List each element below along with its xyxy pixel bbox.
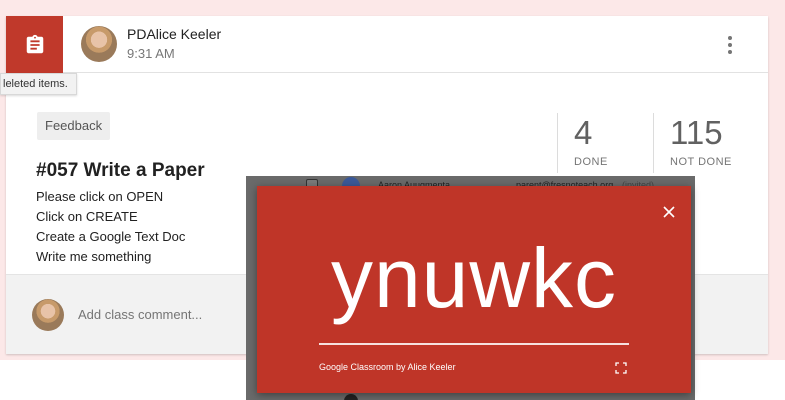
commenter-avatar — [32, 299, 64, 331]
dialog-caption: Google Classroom by Alice Keeler — [319, 362, 456, 372]
card-header: PDAlice Keeler 9:31 AM — [6, 16, 768, 73]
instruction-line: Write me something — [36, 249, 152, 264]
author-avatar[interactable] — [81, 26, 117, 62]
class-code: ynuwkc — [330, 231, 618, 325]
tooltip: leleted items. — [0, 73, 77, 95]
student-avatar — [344, 394, 358, 400]
topic-chip[interactable]: Feedback — [37, 112, 111, 140]
class-comment-input[interactable]: Add class comment... — [78, 307, 202, 322]
author-name[interactable]: PDAlice Keeler — [127, 26, 221, 42]
close-icon[interactable] — [661, 204, 677, 220]
more-vert-icon[interactable] — [722, 34, 738, 56]
assignment-type-badge — [6, 16, 63, 73]
done-label: DONE — [574, 156, 608, 168]
instruction-line: Click on CREATE — [36, 209, 138, 224]
instruction-line: Create a Google Text Doc — [36, 229, 186, 244]
not-done-stat[interactable]: 115 NOT DONE — [653, 113, 753, 173]
instruction-line: Please click on OPEN — [36, 189, 164, 204]
classroom-stream: PDAlice Keeler 9:31 AM Feedback #057 Wri… — [0, 0, 785, 400]
not-done-label: NOT DONE — [670, 156, 732, 168]
class-code-dialog: ynuwkc Google Classroom by Alice Keeler — [257, 186, 691, 393]
done-stat[interactable]: 4 DONE — [557, 113, 653, 173]
not-done-count: 115 — [670, 114, 723, 151]
assignment-instructions: Please click on OPEN Click on CREATE Cre… — [36, 187, 185, 267]
assignment-title[interactable]: #057 Write a Paper — [36, 160, 205, 182]
assignment-clipboard-icon — [26, 34, 43, 53]
dialog-divider — [319, 343, 629, 345]
fullscreen-icon[interactable] — [615, 362, 627, 374]
done-count: 4 — [574, 114, 593, 151]
post-timestamp: 9:31 AM — [127, 46, 175, 61]
